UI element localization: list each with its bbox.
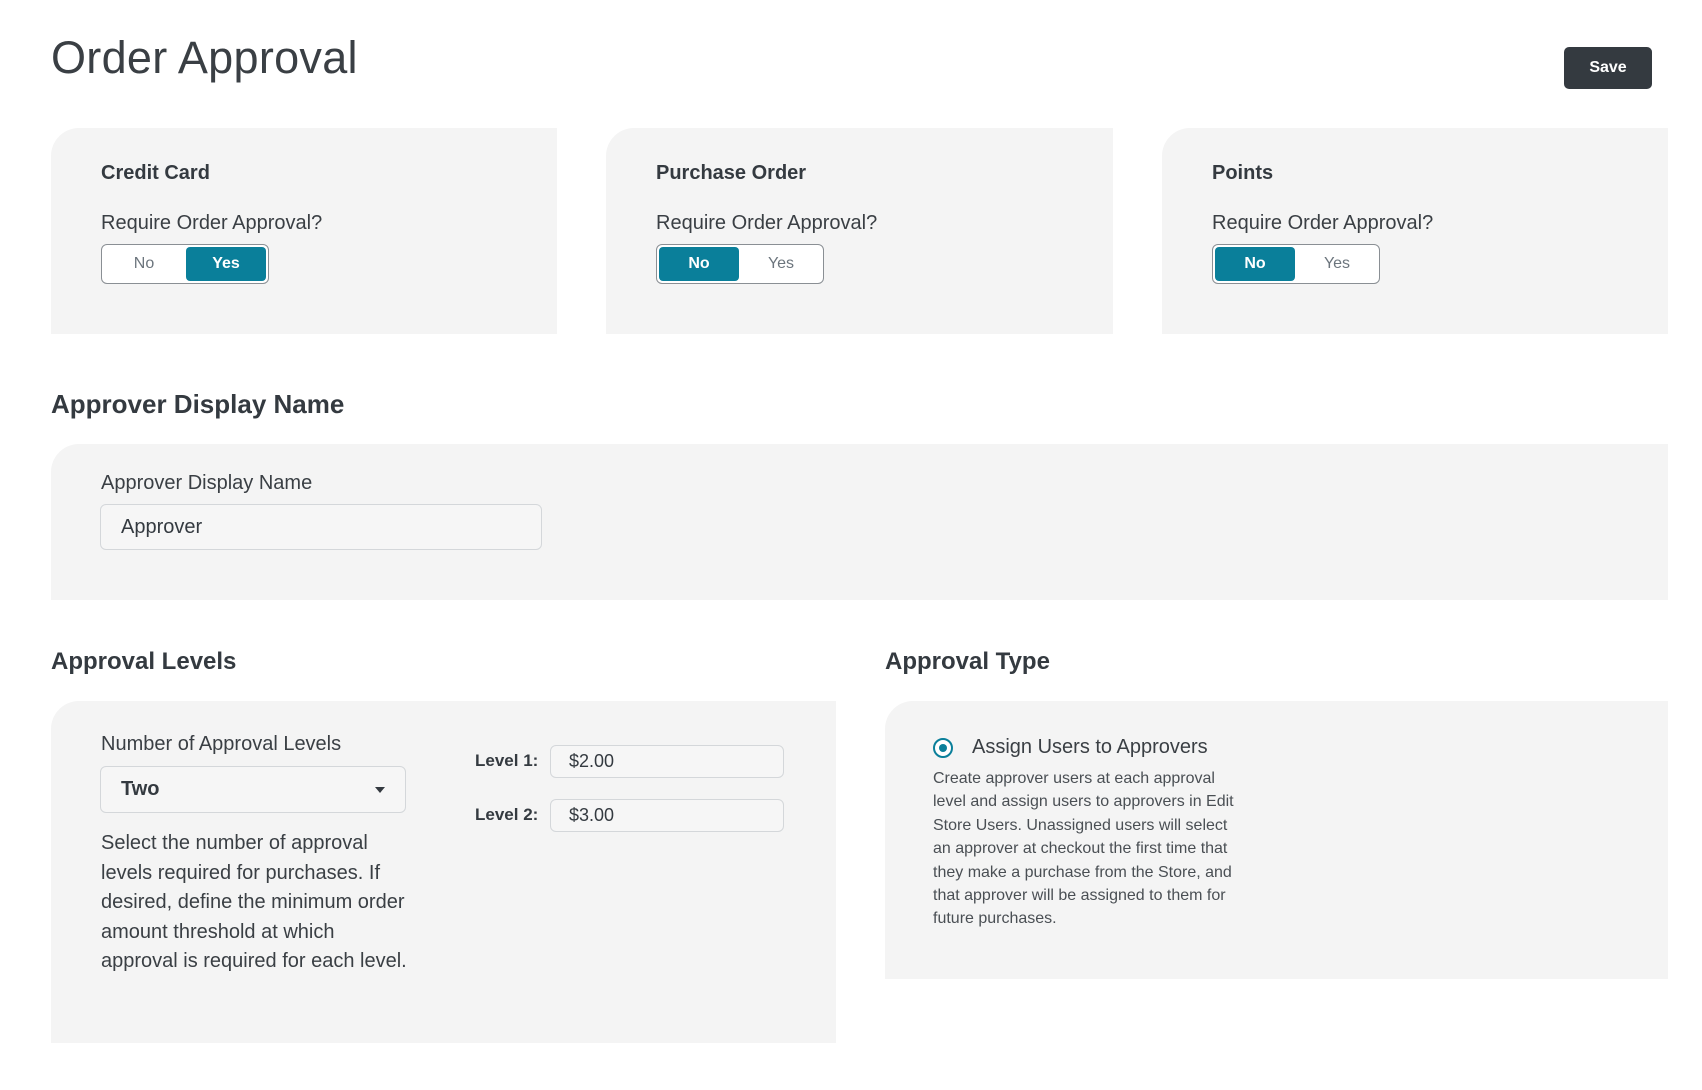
approval-type-description: Create approver users at each approval l… [933,767,1234,931]
approval-levels-help-text: Select the number of approval levels req… [101,829,407,977]
toggle-no-option[interactable]: No [659,247,739,281]
card-title: Purchase Order [656,162,807,184]
approver-display-section-title: Approver Display Name [51,389,345,419]
points-approval-toggle: No Yes [1212,244,1380,284]
approver-display-name-label: Approver Display Name [101,472,313,494]
toggle-yes-option[interactable]: Yes [1297,247,1377,281]
save-button[interactable]: Save [1564,47,1652,89]
description-line: Store Users. Unassigned users will selec… [933,816,1228,834]
assign-users-radio[interactable] [933,738,953,758]
toggle-yes-option[interactable]: Yes [741,247,821,281]
page-title: Order Approval [51,32,358,83]
description-line: that approver will be assigned to them f… [933,887,1226,905]
level-2-threshold-input[interactable] [550,799,784,832]
approval-levels-section-title: Approval Levels [51,648,237,675]
assign-users-radio-label[interactable]: Assign Users to Approvers [972,736,1208,759]
credit-card-card: Credit Card Require Order Approval? No Y… [51,128,557,334]
approver-display-name-input[interactable] [100,504,542,550]
help-line: levels required for purchases. If [101,861,381,884]
credit-card-approval-toggle: No Yes [101,244,269,284]
help-line: desired, define the minimum order [101,891,405,913]
toggle-no-option[interactable]: No [104,247,184,281]
require-approval-label: Require Order Approval? [1212,212,1434,234]
level-2-label: Level 2: [475,805,539,824]
purchase-order-card: Purchase Order Require Order Approval? N… [606,128,1113,334]
approval-levels-card: Number of Approval Levels Two Select the… [51,701,836,1043]
toggle-yes-option[interactable]: Yes [186,247,266,281]
help-line: amount threshold at which [101,920,335,943]
approver-display-card: Approver Display Name [51,444,1668,600]
toggle-no-option[interactable]: No [1215,247,1295,281]
purchase-order-approval-toggle: No Yes [656,244,824,284]
card-title: Points [1212,162,1274,184]
description-line: future purchases. [933,910,1057,928]
require-approval-label: Require Order Approval? [656,212,878,234]
help-line: approval is required for each level. [101,950,407,972]
level-1-label: Level 1: [475,751,539,770]
help-line: Select the number of approval [101,832,368,854]
points-card: Points Require Order Approval? No Yes [1162,128,1668,334]
card-title: Credit Card [101,162,210,184]
approval-type-section-title: Approval Type [885,648,1050,675]
approval-levels-selected-value: Two [121,778,160,800]
description-line: an approver at checkout the first time t… [933,840,1228,858]
description-line: Create approver users at each approval [933,770,1215,787]
approval-levels-count-label: Number of Approval Levels [101,733,342,755]
description-line: level and assign users to approvers in E… [933,793,1234,811]
chevron-down-icon [375,786,385,793]
level-1-threshold-input[interactable] [550,745,784,778]
approval-levels-select[interactable]: Two [100,766,406,813]
description-line: they make a purchase from the Store, and [933,863,1232,881]
require-approval-label: Require Order Approval? [101,212,323,234]
approval-type-card: Assign Users to Approvers Create approve… [885,701,1668,979]
